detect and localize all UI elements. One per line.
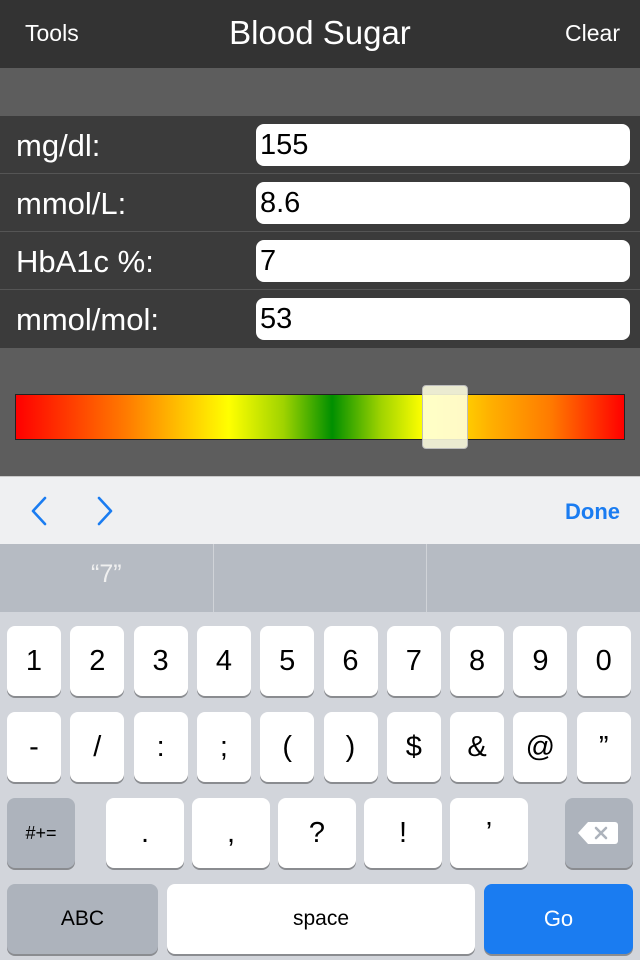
row-label: mmol/mol: bbox=[16, 302, 159, 337]
key-ampersand[interactable]: & bbox=[450, 712, 505, 782]
key-label: ’ bbox=[485, 817, 493, 849]
key-0[interactable]: 0 bbox=[576, 626, 631, 696]
hba1c-input[interactable] bbox=[256, 240, 630, 282]
key-label: 3 bbox=[152, 645, 169, 677]
go-key[interactable]: Go bbox=[484, 884, 633, 954]
key-at[interactable]: @ bbox=[513, 712, 568, 782]
suggestion-bar: “7” bbox=[0, 544, 640, 612]
key-label: : bbox=[156, 731, 165, 763]
key-label: 2 bbox=[89, 645, 106, 677]
gauge-slider-knob[interactable] bbox=[422, 385, 469, 449]
key-label: ; bbox=[219, 731, 228, 763]
key-8[interactable]: 8 bbox=[450, 626, 505, 696]
key-4[interactable]: 4 bbox=[196, 626, 251, 696]
row-label: HbA1c %: bbox=[16, 244, 154, 279]
mmol-mol-input[interactable] bbox=[256, 298, 630, 340]
mg-dl-input[interactable] bbox=[256, 124, 630, 166]
glucose-gauge-bar bbox=[15, 394, 625, 440]
key-9[interactable]: 9 bbox=[513, 626, 568, 696]
clear-button[interactable]: Clear bbox=[565, 20, 620, 47]
key-1[interactable]: 1 bbox=[7, 626, 61, 696]
header-spacer bbox=[0, 68, 640, 116]
key-colon[interactable]: : bbox=[133, 712, 188, 782]
row-mmol-mol: mmol/mol: bbox=[0, 290, 640, 348]
key-label: 7 bbox=[405, 645, 422, 677]
chevron-right-icon[interactable] bbox=[86, 493, 122, 529]
key-open-paren[interactable]: ( bbox=[260, 712, 315, 782]
row-label: mg/dl: bbox=[16, 128, 101, 163]
key-label: 0 bbox=[595, 645, 612, 677]
row-label: mmol/L: bbox=[16, 186, 127, 221]
key-apostrophe[interactable]: ’ bbox=[450, 798, 528, 868]
key-label: 1 bbox=[25, 645, 43, 677]
key-more-symbols[interactable]: #+= bbox=[7, 798, 75, 868]
key-label: Go bbox=[543, 906, 574, 931]
keyboard: 1 2 3 4 5 6 7 8 9 0 - /:; () $ & @ ” #+=.,?! ’ ABC space Go bbox=[0, 612, 640, 960]
key-label: ” bbox=[598, 731, 609, 763]
key-label: @ bbox=[525, 731, 556, 763]
key-label: , bbox=[226, 817, 236, 849]
done-button[interactable]: Done bbox=[565, 499, 620, 525]
row-mg-dl: mg/dl: bbox=[0, 116, 640, 174]
key-3[interactable]: 3 bbox=[133, 626, 188, 696]
keyboard-accessory-bar: Done bbox=[0, 476, 640, 544]
key-label: 4 bbox=[215, 645, 232, 677]
chevron-left-icon[interactable] bbox=[22, 493, 58, 529]
key-6[interactable]: 6 bbox=[323, 626, 378, 696]
key-label: $ bbox=[405, 731, 422, 763]
key-question[interactable]: ? bbox=[278, 798, 356, 868]
row-hba1c: HbA1c %: bbox=[0, 232, 640, 290]
key-label: 6 bbox=[342, 645, 359, 677]
key-2[interactable]: 2 bbox=[70, 626, 125, 696]
key-7[interactable]: 7 bbox=[386, 626, 441, 696]
space-key[interactable]: space bbox=[167, 884, 475, 954]
key-comma[interactable]: , bbox=[192, 798, 270, 868]
row-mmol-l: mmol/L: bbox=[0, 174, 640, 232]
key-label: 9 bbox=[532, 645, 549, 677]
delete-key[interactable] bbox=[565, 798, 633, 868]
key-label: / bbox=[93, 731, 102, 763]
key-label: ABC bbox=[60, 907, 105, 930]
converter-rows: mg/dl: mmol/L: HbA1c %: mmol/mol: bbox=[0, 116, 640, 348]
key-semicolon[interactable]: ; bbox=[196, 712, 251, 782]
gauge-area bbox=[0, 348, 640, 476]
key-exclamation[interactable]: ! bbox=[364, 798, 442, 868]
mmol-l-input[interactable] bbox=[256, 182, 630, 224]
key-minus[interactable]: - bbox=[7, 712, 61, 782]
page-title: Blood Sugar bbox=[229, 14, 411, 51]
backspace-icon bbox=[578, 822, 618, 844]
key-label: ) bbox=[345, 731, 356, 763]
key-slash[interactable]: / bbox=[70, 712, 125, 782]
suggestion-item[interactable] bbox=[214, 544, 428, 612]
key-period[interactable]: . bbox=[106, 798, 184, 868]
suggestion-item[interactable] bbox=[427, 544, 640, 612]
key-dollar[interactable]: $ bbox=[386, 712, 441, 782]
key-label: . bbox=[140, 817, 150, 849]
key-label: & bbox=[467, 731, 487, 763]
key-label: ! bbox=[398, 817, 408, 849]
key-close-paren[interactable]: ) bbox=[323, 712, 378, 782]
key-quote[interactable]: ” bbox=[576, 712, 631, 782]
key-label: 8 bbox=[469, 645, 486, 677]
nav-bar: Tools Blood Sugar Clear bbox=[0, 0, 640, 68]
abc-key[interactable]: ABC bbox=[7, 884, 158, 954]
suggestion-item[interactable]: “7” bbox=[0, 544, 214, 612]
key-label: #+= bbox=[25, 823, 57, 843]
key-label: ( bbox=[282, 731, 293, 763]
key-label: ? bbox=[308, 817, 326, 849]
key-label: 5 bbox=[279, 645, 296, 677]
key-label: space bbox=[292, 907, 350, 930]
key-5[interactable]: 5 bbox=[260, 626, 315, 696]
key-label: - bbox=[29, 731, 39, 763]
